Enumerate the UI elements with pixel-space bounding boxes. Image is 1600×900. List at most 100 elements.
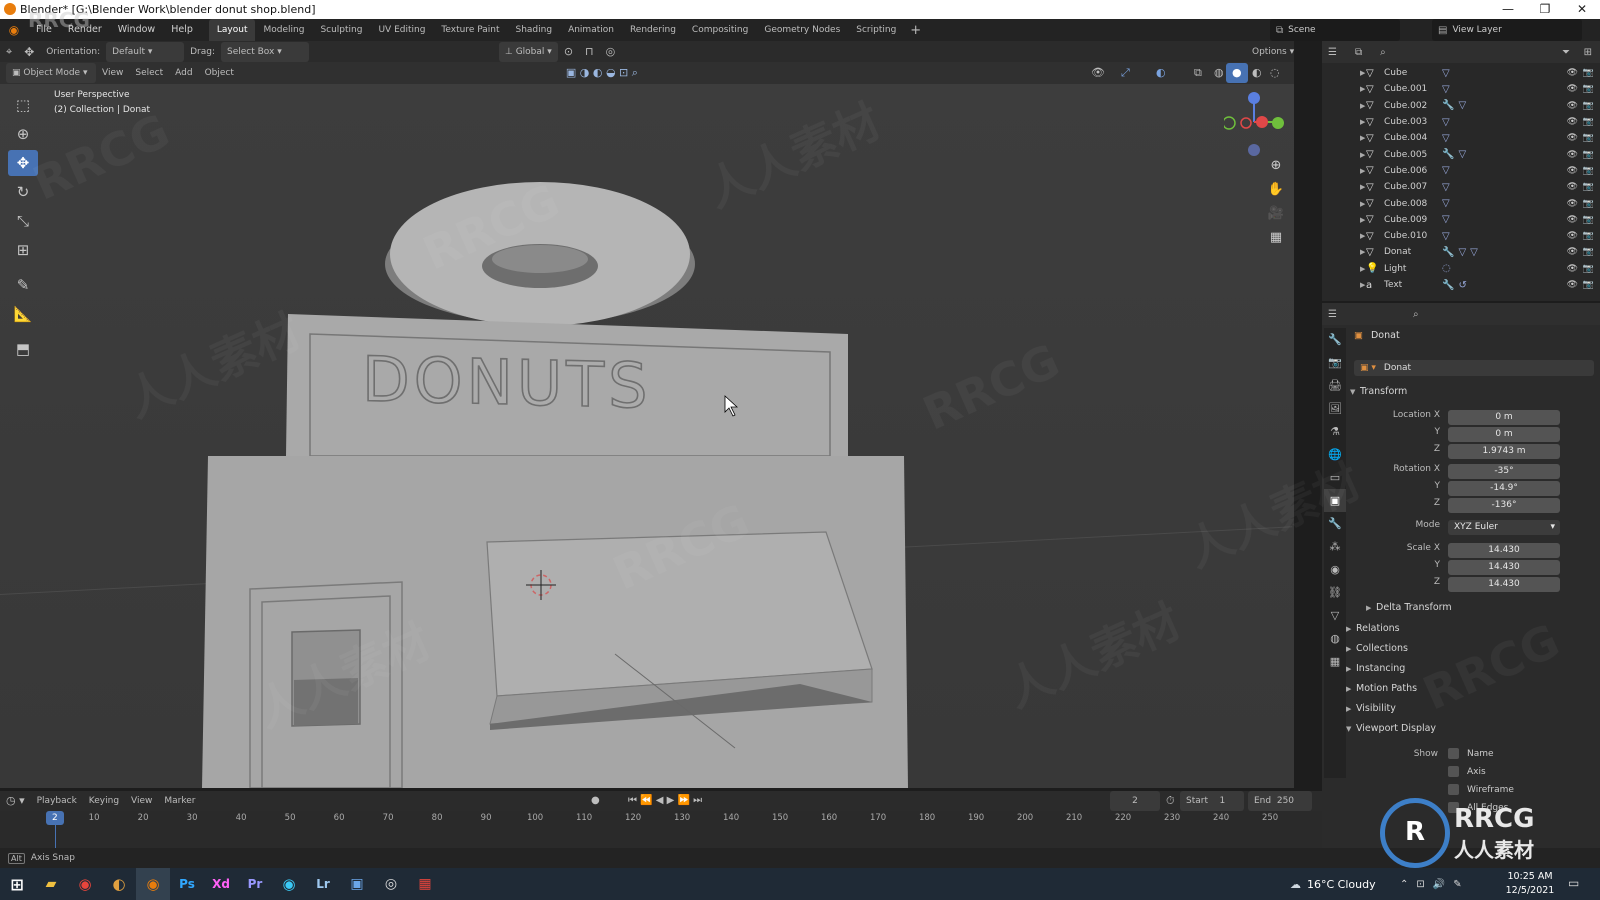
select-box-tool-icon[interactable]: ⬚	[8, 92, 38, 118]
eye-icon[interactable]: 👁	[1567, 264, 1578, 274]
rotation-y-field[interactable]: -14.9°	[1448, 481, 1560, 496]
axis-gizmo-icon[interactable]	[1222, 92, 1284, 162]
mesh-data-icon[interactable]: ▽	[1442, 133, 1450, 144]
constraints-tab-icon[interactable]: ⛓	[1324, 581, 1346, 604]
pivot-icon[interactable]: ⊙	[558, 42, 579, 62]
orientation-dropdown[interactable]: Default ▾	[106, 41, 185, 62]
properties-search-icon[interactable]: ⌕	[1413, 309, 1419, 320]
obs-icon[interactable]: ◎	[374, 868, 408, 900]
viewport-menu-view[interactable]: View	[96, 63, 129, 83]
outliner-item-donat[interactable]: ▶ ▽ Donat 🔧 ▽ ▽ 👁 📷	[1322, 244, 1600, 260]
viewport-menu-object[interactable]: Object	[199, 63, 240, 83]
tab-rendering[interactable]: Rendering	[622, 19, 684, 41]
timeline-menu-marker[interactable]: Marker	[158, 791, 201, 811]
eye-icon[interactable]: 👁	[1567, 231, 1578, 241]
eye-icon[interactable]: 👁	[1567, 247, 1578, 257]
curve-icon[interactable]: ↺	[1458, 280, 1466, 291]
rotation-mode-dropdown[interactable]: XYZ Euler ▾	[1448, 520, 1560, 535]
navigation-gizmo[interactable]	[1222, 92, 1284, 162]
render-camera-icon[interactable]: 📷	[1583, 231, 1594, 241]
tab-texture-paint[interactable]: Texture Paint	[433, 19, 507, 41]
transform-panel-header[interactable]: ▼ Transform	[1350, 386, 1407, 397]
checkbox[interactable]	[1448, 766, 1459, 777]
firefox-icon[interactable]: ◐	[102, 868, 136, 900]
outliner-item-cube-008[interactable]: ▶ ▽ Cube.008 ▽ 👁 📷	[1322, 195, 1600, 211]
wrench-icon[interactable]: 🔧	[1442, 280, 1454, 291]
annotate-tool-icon[interactable]: ✎	[8, 272, 38, 298]
render-camera-icon[interactable]: 📷	[1583, 264, 1594, 274]
eye-icon[interactable]: 👁	[1567, 68, 1578, 78]
volume-icon[interactable]: 🔊	[1433, 879, 1445, 890]
location-x-field[interactable]: 0 m	[1448, 410, 1560, 425]
mesh-data-icon[interactable]: ▽	[1442, 214, 1450, 225]
mesh-data-icon[interactable]: ▽	[1442, 231, 1450, 242]
drag-dropdown[interactable]: Select Box ▾	[221, 41, 309, 62]
properties-editor-icon[interactable]: ☰	[1328, 309, 1337, 320]
render-camera-icon[interactable]: 📷	[1583, 84, 1594, 94]
delta-transform-header[interactable]: ▶ Delta Transform	[1366, 602, 1452, 613]
overlays-icon[interactable]: ◐	[1150, 63, 1172, 83]
outliner-item-cube-007[interactable]: ▶ ▽ Cube.007 ▽ 👁 📷	[1322, 179, 1600, 195]
render-tab-icon[interactable]: 📷	[1324, 351, 1346, 374]
expand-arrow-icon[interactable]: ▶	[1360, 151, 1365, 159]
outliner-item-light[interactable]: ▶ 💡 Light ◌ 👁 📷	[1322, 261, 1600, 277]
restore-icon[interactable]: ❐	[1527, 0, 1563, 19]
expand-arrow-icon[interactable]: ▶	[1360, 102, 1365, 110]
keyframe-record-icon[interactable]: ●	[585, 791, 606, 811]
outliner-item-text[interactable]: ▶ a Text 🔧 ↺ 👁 📷	[1322, 277, 1600, 293]
world-tab-icon[interactable]: 🌐	[1324, 443, 1346, 466]
expand-arrow-icon[interactable]: ▶	[1360, 85, 1365, 93]
material-tab-icon[interactable]: ◍	[1324, 627, 1346, 650]
show-option-wireframe[interactable]: Wireframe	[1448, 784, 1514, 795]
add-workspace-icon[interactable]: +	[910, 23, 921, 38]
timeline-area[interactable]: 10 20 30 40 50 60 70 80 90 100 110 120 130 140 150 160 1…	[0, 811, 1322, 848]
viewport-menu-select[interactable]: Select	[129, 63, 169, 83]
select-mode-icon[interactable]: ▣ ◑ ◐ ◒ ⊡ ⌕	[560, 63, 644, 83]
rotate-tool-icon[interactable]: ↻	[8, 179, 38, 205]
render-camera-icon[interactable]: 📷	[1583, 182, 1594, 192]
collections-panel-header[interactable]: ▶ Collections	[1346, 643, 1408, 654]
grid-view-icon[interactable]: ▦	[1266, 230, 1286, 254]
file-explorer-icon[interactable]: ▰	[34, 868, 68, 900]
tab-layout[interactable]: Layout	[208, 19, 256, 41]
location-y-field[interactable]: 0 m	[1448, 427, 1560, 442]
mesh-data-icon[interactable]: ▽	[1470, 247, 1478, 258]
options-dropdown[interactable]: Options ▾	[1246, 42, 1300, 62]
outliner-item-cube-004[interactable]: ▶ ▽ Cube.004 ▽ 👁 📷	[1322, 130, 1600, 146]
viewport-display-panel-header[interactable]: ▼ Viewport Display	[1346, 723, 1436, 734]
measure-tool-icon[interactable]: 📐	[8, 301, 38, 327]
scale-y-field[interactable]: 14.430	[1448, 560, 1560, 575]
output-tab-icon[interactable]: 🖨	[1324, 374, 1346, 397]
expand-arrow-icon[interactable]: ▶	[1360, 69, 1365, 77]
instancing-panel-header[interactable]: ▶ Instancing	[1346, 663, 1405, 674]
outliner-item-cube-006[interactable]: ▶ ▽ Cube.006 ▽ 👁 📷	[1322, 163, 1600, 179]
zoom-icon[interactable]: ⊕	[1266, 158, 1286, 182]
expand-arrow-icon[interactable]: ▶	[1360, 232, 1365, 240]
outliner-item-cube-009[interactable]: ▶ ▽ Cube.009 ▽ 👁 📷	[1322, 212, 1600, 228]
modifier-tab-icon[interactable]: 🔧	[1324, 512, 1346, 535]
checkbox[interactable]	[1448, 784, 1459, 795]
rotation-z-field[interactable]: -136°	[1448, 498, 1560, 513]
expand-arrow-icon[interactable]: ▶	[1360, 216, 1365, 224]
move-tool-icon[interactable]: ✥	[18, 42, 40, 62]
lightroom-icon[interactable]: Lr	[306, 868, 340, 900]
tab-modeling[interactable]: Modeling	[255, 19, 312, 41]
outliner-editor-icon[interactable]: ☰	[1328, 47, 1337, 58]
cursor-tool-icon[interactable]: ⊕	[8, 121, 38, 147]
clock[interactable]: 10:25 AM 12/5/2021	[1500, 870, 1560, 898]
mesh-data-icon[interactable]: ▽	[1442, 68, 1450, 79]
pen-icon[interactable]: ✎	[1453, 879, 1461, 890]
proportional-edit-icon[interactable]: ◎	[600, 42, 622, 62]
render-camera-icon[interactable]: 📷	[1583, 199, 1594, 209]
expand-arrow-icon[interactable]: ▶	[1360, 118, 1365, 126]
timeline-editor-icon[interactable]: ◷ ▾	[0, 791, 31, 811]
object-name-field[interactable]: ▣ ▾ Donat	[1354, 360, 1594, 376]
expand-arrow-icon[interactable]: ▶	[1360, 265, 1365, 273]
render-camera-icon[interactable]: 📷	[1583, 215, 1594, 225]
archive-icon[interactable]: ▦	[408, 868, 442, 900]
render-camera-icon[interactable]: 📷	[1583, 117, 1594, 127]
render-camera-icon[interactable]: 📷	[1583, 68, 1594, 78]
expand-arrow-icon[interactable]: ▶	[1360, 281, 1365, 289]
current-frame-field[interactable]: 2	[1110, 791, 1160, 811]
3d-viewport[interactable]: User Perspective (2) Collection | Donat	[0, 84, 1294, 788]
